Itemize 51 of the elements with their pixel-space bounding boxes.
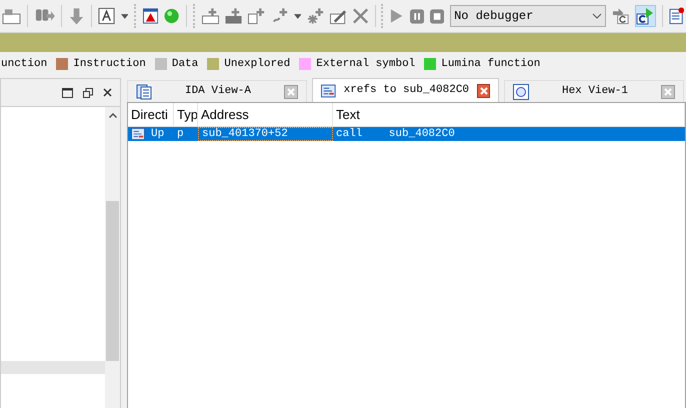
disassembly-icon bbox=[136, 84, 152, 100]
star-plus-icon[interactable] bbox=[307, 7, 324, 25]
column-header[interactable]: Text bbox=[333, 103, 685, 126]
close-icon bbox=[287, 88, 295, 96]
column-header[interactable]: Typ bbox=[174, 103, 198, 126]
hex-icon bbox=[513, 84, 529, 100]
column-header[interactable]: Address bbox=[198, 103, 333, 126]
cross-reference-icon bbox=[321, 82, 336, 98]
caret-icon[interactable] bbox=[120, 14, 128, 18]
legend-label: Instruction bbox=[73, 56, 146, 72]
close-icon[interactable] bbox=[103, 88, 112, 97]
code-plus-icon[interactable] bbox=[202, 7, 219, 25]
legend-label: unction bbox=[1, 56, 48, 72]
table-cell: sub_401370+52 bbox=[198, 127, 333, 141]
scrollbar-thumb[interactable] bbox=[106, 201, 119, 361]
close-icon bbox=[664, 88, 672, 96]
c-play-button[interactable] bbox=[634, 5, 656, 27]
scrollbar[interactable] bbox=[105, 107, 120, 408]
legend-label: External symbol bbox=[316, 56, 416, 72]
tab[interactable]: Hex View-1 bbox=[504, 80, 684, 102]
table-row[interactable]: Up p sub_401370+52 call sub_4082C0 bbox=[128, 127, 685, 141]
cross-reference-icon bbox=[131, 128, 145, 140]
arrow-c-icon[interactable] bbox=[612, 7, 629, 25]
tab[interactable]: IDA View-A bbox=[127, 80, 307, 102]
close-icon bbox=[480, 86, 488, 94]
status-light-icon[interactable] bbox=[164, 8, 180, 24]
down-arrow-icon[interactable] bbox=[68, 6, 85, 26]
tab[interactable]: xrefs to sub_4082C0 bbox=[312, 78, 499, 102]
restore-icon[interactable] bbox=[83, 88, 93, 98]
legend-label: Lumina function bbox=[441, 56, 540, 72]
letter-plus-icon[interactable] bbox=[248, 7, 265, 25]
pause-icon[interactable] bbox=[410, 8, 424, 24]
table-cell-text: p bbox=[176, 127, 185, 141]
caret-icon[interactable] bbox=[294, 14, 302, 18]
c-play-icon bbox=[636, 7, 654, 25]
table-cell-text: call sub_4082C0 bbox=[335, 127, 456, 141]
warning-window-icon[interactable] bbox=[143, 8, 158, 24]
legend-label: Data bbox=[172, 56, 198, 72]
font-icon[interactable] bbox=[98, 6, 115, 26]
column-header[interactable]: Directi bbox=[128, 103, 174, 126]
string-plus-icon[interactable] bbox=[270, 7, 288, 25]
debugger-select[interactable]: No debugger bbox=[450, 5, 606, 27]
stop-icon[interactable] bbox=[430, 8, 444, 24]
document-icon[interactable] bbox=[668, 7, 684, 25]
maximize-icon[interactable] bbox=[62, 88, 73, 98]
legend-label: Unexplored bbox=[224, 56, 290, 72]
chevron-down-icon bbox=[592, 13, 602, 19]
direction-text: Up bbox=[151, 127, 164, 141]
play-icon[interactable] bbox=[390, 8, 404, 24]
close-button[interactable] bbox=[477, 84, 490, 98]
data-plus-icon[interactable] bbox=[224, 7, 242, 25]
